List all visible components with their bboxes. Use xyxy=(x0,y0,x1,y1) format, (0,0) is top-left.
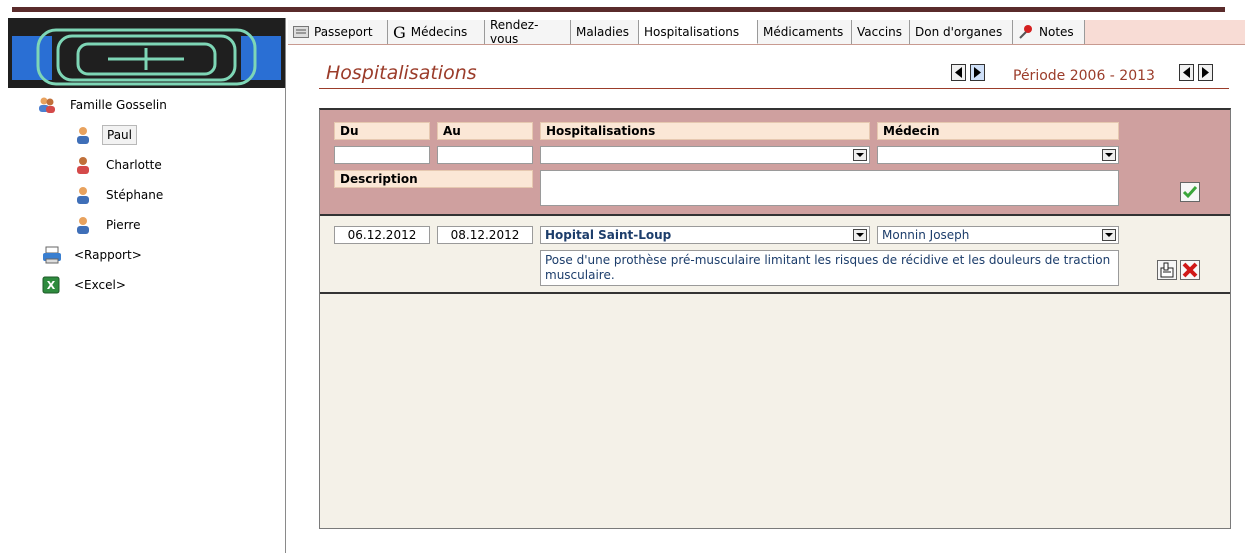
tab-label: Médecins xyxy=(410,25,468,39)
new-entry-form: Du Au Hospitalisations Médecin Descripti… xyxy=(320,110,1230,216)
record-separator xyxy=(320,292,1230,294)
member-label: Paul xyxy=(102,125,137,145)
delete-record-button[interactable] xyxy=(1180,260,1200,280)
app-logo xyxy=(8,18,285,88)
description-header: Description xyxy=(334,170,533,188)
member-label: Charlotte xyxy=(106,158,162,172)
record-du[interactable]: 06.12.2012 xyxy=(334,226,430,244)
period-label: Période 2006 - 2013 xyxy=(1013,68,1155,84)
tab-rendez-vous[interactable]: Rendez-vous xyxy=(485,18,571,46)
chevron-down-icon[interactable] xyxy=(853,149,867,161)
medecin-header: Médecin xyxy=(877,122,1119,140)
tab-vaccins[interactable]: Vaccins xyxy=(852,20,910,44)
title-underline xyxy=(319,88,1229,89)
edit-icon xyxy=(1160,262,1174,278)
record-au[interactable]: 08.12.2012 xyxy=(437,226,533,244)
tab-label: Don d'organes xyxy=(915,25,1003,39)
record-medecin-select[interactable]: Monnin Joseph xyxy=(877,226,1119,244)
next-record-button[interactable] xyxy=(970,64,985,81)
person-icon xyxy=(74,126,92,144)
member-label: Pierre xyxy=(106,218,141,232)
confirm-button[interactable] xyxy=(1180,182,1200,202)
delete-icon xyxy=(1182,262,1198,278)
tab-passeport[interactable]: Passeport xyxy=(288,20,388,44)
record-description[interactable]: Pose d'une prothèse pré-musculaire limit… xyxy=(540,250,1119,286)
printer-icon xyxy=(42,246,61,264)
hospitalisation-select[interactable] xyxy=(540,146,870,164)
person-icon xyxy=(74,186,92,204)
du-header: Du xyxy=(334,122,430,140)
report-item[interactable]: <Rapport> xyxy=(42,244,146,266)
member-pierre[interactable]: Pierre xyxy=(74,214,144,236)
page-title: Hospitalisations xyxy=(326,62,477,84)
record-hospital-select[interactable]: Hopital Saint-Loup xyxy=(540,226,870,244)
tab-label: Maladies xyxy=(576,25,629,39)
tab-notes[interactable]: Notes xyxy=(1013,20,1085,44)
pin-icon xyxy=(1018,24,1034,40)
tab-hospitalisations[interactable]: Hospitalisations xyxy=(639,20,758,44)
family-label: Famille Gosselin xyxy=(70,98,167,112)
record-medecin-value: Monnin Joseph xyxy=(882,228,970,242)
tab-label: Passeport xyxy=(314,25,373,39)
tab-label: Hospitalisations xyxy=(644,24,740,39)
member-charlotte[interactable]: Charlotte xyxy=(74,154,166,176)
tab-label: Vaccins xyxy=(857,25,903,39)
chevron-down-icon[interactable] xyxy=(1102,149,1116,161)
prev-period-button[interactable] xyxy=(1179,64,1194,81)
record-hospital-value: Hopital Saint-Loup xyxy=(545,228,672,242)
svg-text:X: X xyxy=(47,279,56,292)
sidebar: Famille Gosselin Paul Charlotte Stéphane… xyxy=(8,18,286,553)
du-input[interactable] xyxy=(334,146,430,164)
excel-label: <Excel> xyxy=(74,278,126,292)
description-input[interactable] xyxy=(540,170,1119,206)
hospitalisation-panel: Du Au Hospitalisations Médecin Descripti… xyxy=(319,108,1231,529)
chevron-down-icon[interactable] xyxy=(853,229,867,241)
tab-bar: Passeport G Médecins Rendez-vous Maladie… xyxy=(288,18,1245,46)
passport-icon xyxy=(293,26,309,38)
hospitalisations-header: Hospitalisations xyxy=(540,122,870,140)
tab-medicaments[interactable]: Médicaments xyxy=(758,20,852,44)
tab-medecins[interactable]: G Médecins xyxy=(388,20,485,44)
g-icon: G xyxy=(393,22,406,42)
checkmark-icon xyxy=(1182,186,1198,199)
next-period-button[interactable] xyxy=(1198,64,1213,81)
arrow-right-icon xyxy=(974,67,981,78)
report-label: <Rapport> xyxy=(74,248,142,262)
family-icon xyxy=(38,96,56,114)
person-icon xyxy=(74,216,92,234)
arrow-left-icon xyxy=(1183,67,1190,78)
member-label: Stéphane xyxy=(106,188,164,202)
tab-label: Rendez-vous xyxy=(490,18,539,46)
top-divider xyxy=(12,7,1225,12)
person-icon xyxy=(74,156,92,174)
tab-label: Notes xyxy=(1039,25,1074,39)
tab-don-organes[interactable]: Don d'organes xyxy=(910,20,1013,44)
tab-maladies[interactable]: Maladies xyxy=(571,20,639,44)
tab-label: Médicaments xyxy=(763,25,844,39)
edit-record-button[interactable] xyxy=(1157,260,1177,280)
arrow-left-icon xyxy=(955,67,962,78)
arrow-right-icon xyxy=(1202,67,1209,78)
chevron-down-icon[interactable] xyxy=(1102,229,1116,241)
au-input[interactable] xyxy=(437,146,533,164)
excel-icon: X xyxy=(42,276,60,294)
member-stephane[interactable]: Stéphane xyxy=(74,184,167,206)
prev-record-button[interactable] xyxy=(951,64,966,81)
excel-item[interactable]: X <Excel> xyxy=(42,274,130,296)
member-paul[interactable]: Paul xyxy=(74,124,137,146)
family-node[interactable]: Famille Gosselin xyxy=(38,94,171,116)
medecin-select[interactable] xyxy=(877,146,1119,164)
au-header: Au xyxy=(437,122,533,140)
